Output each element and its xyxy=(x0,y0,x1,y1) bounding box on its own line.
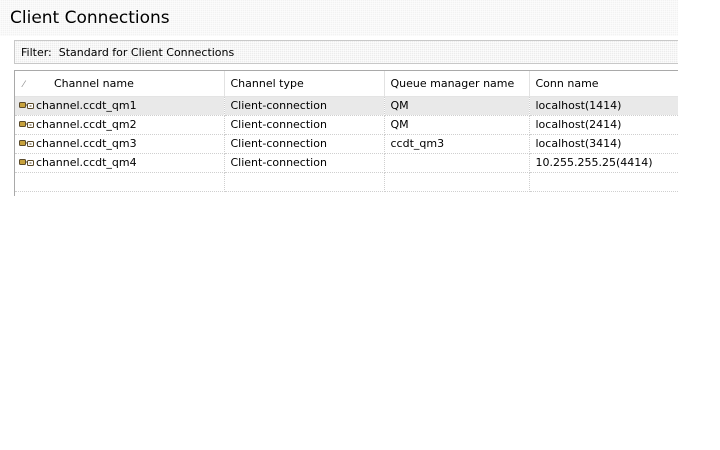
cell-channel-type: Client-connection xyxy=(224,96,385,116)
cell-conn-name: localhost(1414) xyxy=(529,96,678,116)
cell-channel-name: channel.ccdt_qm2 xyxy=(15,115,225,135)
channel-name-text: channel.ccdt_qm1 xyxy=(36,98,137,112)
cell-queue-manager: ccdt_qm3 xyxy=(384,134,530,154)
cell-queue-manager xyxy=(384,153,530,173)
column-label-conn-name: Conn name xyxy=(535,76,599,90)
filter-label: Filter: xyxy=(21,46,52,59)
channel-name-text: channel.ccdt_qm3 xyxy=(36,136,137,150)
table-row[interactable]: channel.ccdt_qm2 Client-connection QM lo… xyxy=(15,115,678,135)
cell-channel-type: Client-connection xyxy=(224,115,385,135)
channel-icon xyxy=(19,100,34,113)
page-title: Client Connections xyxy=(10,8,170,28)
empty-cell xyxy=(15,172,225,192)
cell-channel-name: channel.ccdt_qm3 xyxy=(15,134,225,154)
channel-name-text: channel.ccdt_qm2 xyxy=(36,117,137,131)
empty-cell xyxy=(224,172,385,192)
filter-bar[interactable]: Filter: Standard for Client Connections xyxy=(14,40,678,64)
client-connections-table: ⁄ Channel name Channel type Queue manager… xyxy=(14,70,678,196)
channel-icon xyxy=(19,138,34,151)
cell-channel-type: Client-connection xyxy=(224,134,385,154)
channels-grid: ⁄ Channel name Channel type Queue manager… xyxy=(15,71,678,192)
channel-icon xyxy=(19,119,34,132)
filter-text: Filter: Standard for Client Connections xyxy=(21,46,234,59)
table-row[interactable]: channel.ccdt_qm3 Client-connection ccdt_… xyxy=(15,134,678,154)
channel-name-text: channel.ccdt_qm4 xyxy=(36,155,137,169)
cell-channel-name: channel.ccdt_qm1 xyxy=(15,96,225,116)
cell-conn-name: localhost(3414) xyxy=(529,134,678,154)
view-title-bar: Client Connections xyxy=(0,0,678,36)
client-connections-view: Client Connections Filter: Standard for … xyxy=(0,0,678,196)
channel-icon xyxy=(19,157,34,170)
table-header-row: ⁄ Channel name Channel type Queue manager… xyxy=(15,71,678,97)
sort-indicator-icon: ⁄ xyxy=(23,79,25,90)
empty-cell xyxy=(529,172,678,192)
column-header-channel-type[interactable]: Channel type xyxy=(224,71,385,97)
column-header-queue-manager-name[interactable]: Queue manager name xyxy=(384,71,530,97)
column-header-channel-name[interactable]: ⁄ Channel name xyxy=(15,71,225,97)
column-label-channel-name: Channel name xyxy=(54,76,134,90)
cell-channel-name: channel.ccdt_qm4 xyxy=(15,153,225,173)
cell-conn-name: localhost(2414) xyxy=(529,115,678,135)
cell-conn-name: 10.255.255.25(4414) xyxy=(529,153,678,173)
column-label-channel-type: Channel type xyxy=(230,76,304,90)
cell-queue-manager: QM xyxy=(384,115,530,135)
table-row[interactable]: channel.ccdt_qm4 Client-connection 10.25… xyxy=(15,153,678,173)
empty-cell xyxy=(384,172,530,192)
table-row[interactable]: channel.ccdt_qm1 Client-connection QM lo… xyxy=(15,96,678,116)
cell-channel-type: Client-connection xyxy=(224,153,385,173)
column-label-queue-manager-name: Queue manager name xyxy=(390,76,515,90)
cell-queue-manager: QM xyxy=(384,96,530,116)
column-header-conn-name[interactable]: Conn name xyxy=(529,71,678,97)
filter-value: Standard for Client Connections xyxy=(58,46,235,59)
empty-row xyxy=(15,172,678,192)
